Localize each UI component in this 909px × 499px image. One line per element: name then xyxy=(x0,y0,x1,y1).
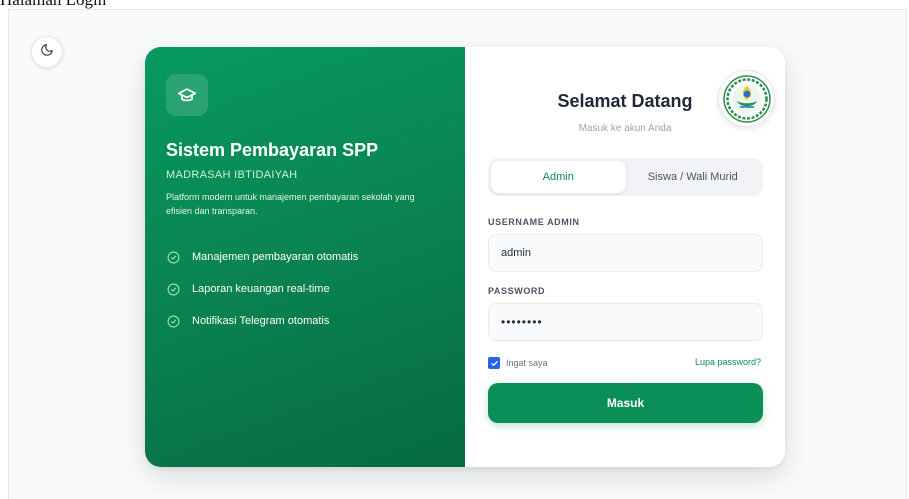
username-label: USERNAME ADMIN xyxy=(488,217,580,227)
feature-item: Laporan keuangan real-time xyxy=(166,281,358,297)
tab-admin[interactable]: Admin xyxy=(491,161,626,193)
username-input[interactable] xyxy=(488,234,763,272)
password-label: PASSWORD xyxy=(488,286,546,296)
app-title: Sistem Pembayaran SPP xyxy=(166,140,379,160)
forgot-password-link[interactable]: Lupa password? xyxy=(695,357,761,367)
welcome-subtitle: Masuk ke akun Anda xyxy=(578,123,672,134)
login-panel: Selamat Datang Masuk ke akun Anda Admin … xyxy=(465,47,785,467)
welcome-title: Selamat Datang xyxy=(557,91,693,111)
app-description: Platform modern untuk manajemen pembayar… xyxy=(166,192,415,216)
graduation-cap-icon xyxy=(166,74,208,116)
role-tabs: Admin Siswa / Wali Murid xyxy=(488,158,763,196)
feature-label: Laporan keuangan real-time xyxy=(192,283,330,295)
check-circle-icon xyxy=(166,314,180,328)
remember-me-checkbox[interactable]: Ingat saya xyxy=(488,357,548,369)
feature-list: Manajemen pembayaran otomatis Laporan ke… xyxy=(166,249,358,345)
check-circle-icon xyxy=(166,282,180,296)
page-heading: Halaman Login xyxy=(0,0,106,9)
feature-item: Manajemen pembayaran otomatis xyxy=(166,249,358,265)
check-circle-icon xyxy=(166,250,180,264)
checkbox-checked-icon[interactable] xyxy=(488,357,500,369)
password-input[interactable]: •••••••• xyxy=(488,303,763,341)
feature-item: Notifikasi Telegram otomatis xyxy=(166,313,358,329)
feature-label: Notifikasi Telegram otomatis xyxy=(192,315,330,327)
app-subtitle: MADRASAH IBTIDAIYAH xyxy=(166,169,298,181)
theme-toggle-button[interactable] xyxy=(31,36,63,68)
login-card: Sistem Pembayaran SPP MADRASAH IBTIDAIYA… xyxy=(145,47,785,467)
feature-label: Manajemen pembayaran otomatis xyxy=(192,251,359,263)
tab-siswa-wali-murid[interactable]: Siswa / Wali Murid xyxy=(626,161,761,193)
remember-me-label: Ingat saya xyxy=(506,358,548,368)
info-panel: Sistem Pembayaran SPP MADRASAH IBTIDAIYA… xyxy=(145,47,465,467)
moon-icon xyxy=(40,43,54,62)
login-button[interactable]: Masuk xyxy=(488,383,763,423)
